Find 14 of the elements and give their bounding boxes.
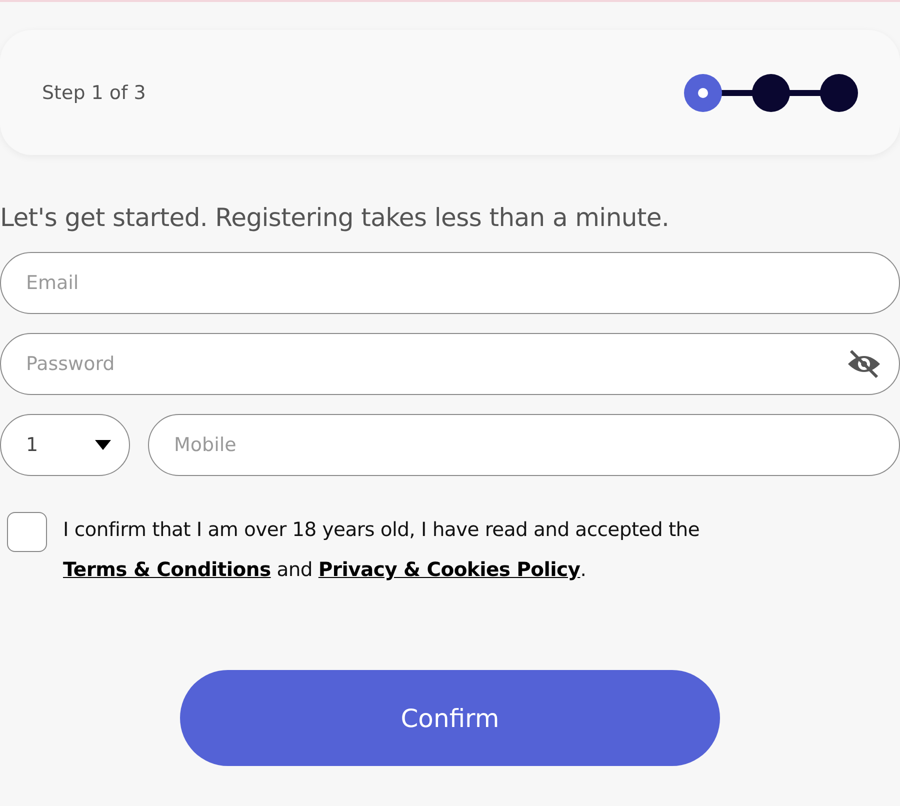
step-label: Step 1 of 3	[42, 82, 146, 104]
step-progress-icon	[684, 74, 858, 112]
confirm-button[interactable]: Confirm	[180, 670, 720, 766]
mobile-field[interactable]: Mobile	[148, 414, 900, 476]
intro-text: Let's get started. Registering takes less than a minute.	[0, 203, 670, 232]
password-field[interactable]: Password	[0, 333, 900, 395]
eye-slash-icon[interactable]	[846, 349, 882, 379]
consent-checkbox[interactable]	[7, 512, 47, 552]
policy-link[interactable]: Terms & Conditions	[63, 558, 271, 581]
consent-text: I confirm that I am over 18 years old, I have read and accepted the Terms & Conditions and Privacy & Cookies Policy.	[63, 517, 701, 583]
policy-link[interactable]: Privacy & Cookies Policy	[318, 558, 580, 581]
country-code-select[interactable]: 1	[0, 414, 130, 476]
email-field[interactable]: Email	[0, 252, 900, 314]
caret-icon	[95, 440, 111, 450]
